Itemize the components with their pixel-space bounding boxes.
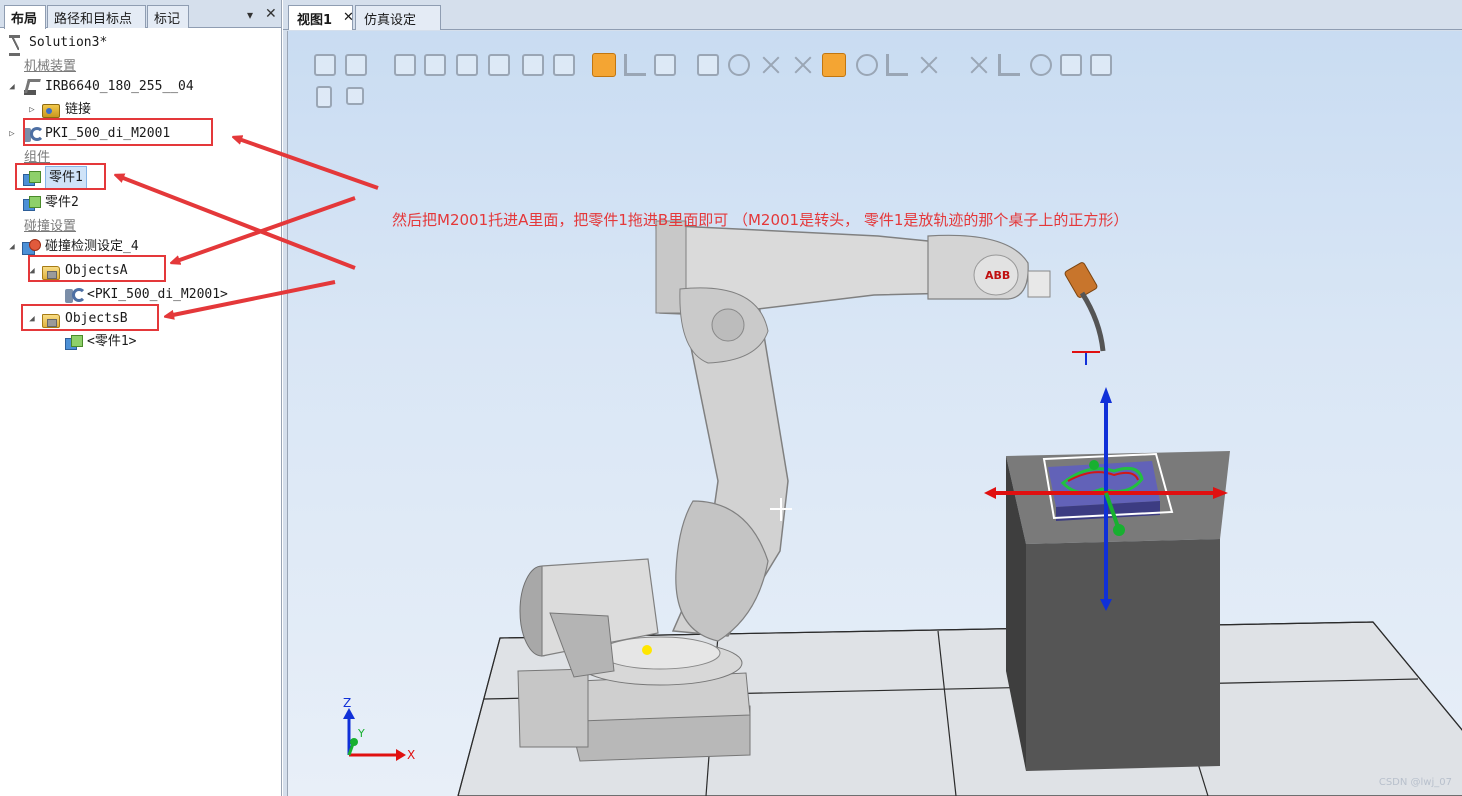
collision-set-icon	[22, 238, 41, 256]
group-label-mechanisms: 机械装置	[24, 59, 77, 74]
tree-item-label: 零件2	[45, 195, 79, 210]
abb-logo: ABB	[985, 269, 1010, 282]
panel-close-icon[interactable]: ✕	[265, 6, 277, 22]
axis-z-label: Z	[343, 696, 351, 710]
links-icon	[42, 104, 60, 118]
layout-tree: Solution3* 机械装置 ◢ IRB6640_180_255__04 ▷ …	[0, 28, 281, 796]
tree-item-label: Solution3*	[29, 35, 108, 50]
left-panel-tabs: 布局 路径和目标点 标记 ▾ ✕	[0, 0, 281, 29]
view-tabs: 视图1 ✕ 仿真设定	[283, 0, 1462, 30]
tree-item-objects-b-child[interactable]: <零件1>	[64, 331, 136, 353]
world-axes-indicator: Z Y X	[343, 696, 415, 762]
tree-item-robot[interactable]: ◢ IRB6640_180_255__04	[6, 76, 194, 98]
tree-item-label: <零件1>	[87, 334, 137, 349]
panel-dropdown-icon[interactable]: ▾	[247, 8, 253, 22]
highlight-box-objects-b	[21, 304, 159, 331]
tree-item-part2[interactable]: 零件2	[22, 192, 79, 214]
axis-x-label: X	[407, 748, 415, 762]
tab-simulation-settings[interactable]: 仿真设定	[355, 5, 441, 30]
highlight-box-part1	[15, 163, 106, 190]
tutorial-annotation: 然后把M2001托进A里面，把零件1拖进B里面即可 （M2001是转头， 零件1…	[392, 211, 1129, 229]
part-icon	[22, 194, 41, 212]
part-icon	[64, 333, 83, 351]
solution-icon	[6, 34, 24, 56]
collapse-triangle-icon[interactable]: ◢	[6, 76, 18, 98]
expand-triangle-icon[interactable]: ▷	[6, 123, 18, 145]
highlight-box-objects-a	[28, 255, 166, 282]
tab-layout[interactable]: 布局	[4, 5, 46, 29]
watermark: CSDN @lwj_07	[1378, 777, 1452, 788]
tab-view1[interactable]: 视图1 ✕	[288, 5, 354, 30]
tree-item-objects-a-child[interactable]: <PKI_500_di_M2001>	[64, 284, 228, 306]
close-icon[interactable]: ✕	[343, 10, 354, 25]
robot-icon	[22, 78, 40, 96]
document-area: 视图1 ✕ 仿真设定 ABB Z Y X 然后把M2001托进A里面，把零件1拖…	[283, 0, 1462, 796]
scene-graphics[interactable]: ABB Z Y X	[288, 31, 1462, 796]
collapse-triangle-icon[interactable]: ◢	[6, 236, 18, 258]
tree-item-label: <PKI_500_di_M2001>	[87, 287, 228, 302]
tab-tags[interactable]: 标记	[147, 5, 189, 28]
tool-icon	[64, 286, 86, 304]
welding-torch[interactable]	[1027, 262, 1106, 352]
tab-view1-label: 视图1	[297, 13, 333, 28]
axis-y-label: Y	[357, 727, 365, 740]
layout-panel: 布局 路径和目标点 标记 ▾ ✕ Solution3* 机械装置 ◢ IRB66…	[0, 0, 282, 796]
3d-viewport[interactable]: ABB Z Y X 然后把M2001托进A里面，把零件1拖进B里面即可 （M20…	[287, 31, 1462, 796]
group-label-collision: 碰撞设置	[24, 219, 77, 234]
tree-item-solution[interactable]: Solution3*	[6, 32, 108, 56]
highlight-box-tool	[23, 118, 213, 146]
tab-paths-and-targets[interactable]: 路径和目标点	[47, 5, 146, 28]
tool-tip-frame	[1072, 351, 1100, 365]
tree-item-label: IRB6640_180_255__04	[45, 79, 194, 94]
